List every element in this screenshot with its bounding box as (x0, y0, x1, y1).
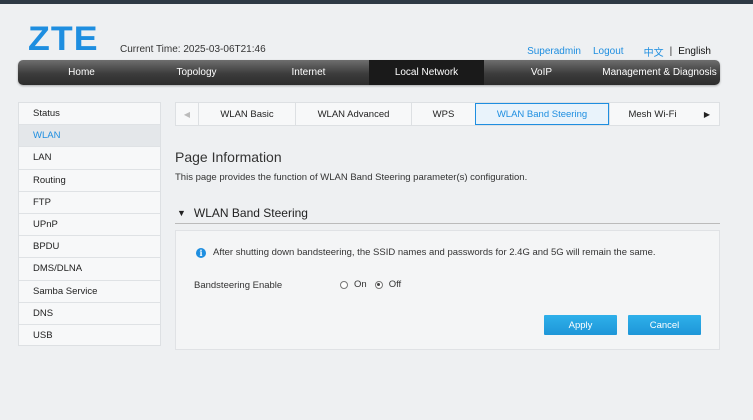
tab-scroll-right-icon[interactable]: ▶ (695, 103, 719, 125)
sidebar-item-upnp[interactable]: UPnP (19, 214, 160, 237)
radio-off-circle[interactable] (374, 280, 383, 289)
bandsteering-enable-label: Bandsteering Enable (194, 280, 283, 291)
sidebar-item-ftp[interactable]: FTP (19, 192, 160, 214)
nav-topology[interactable]: Topology (145, 60, 248, 85)
nav-local-network[interactable]: Local Network (369, 60, 484, 85)
tab-scroll-left-icon[interactable]: ◀ (176, 103, 198, 125)
sidebar: Status WLAN LAN Routing FTP UPnP BPDU DM… (18, 102, 161, 346)
sidebar-item-dns[interactable]: DNS (19, 303, 160, 325)
nav-internet[interactable]: Internet (248, 60, 369, 85)
tab-mesh-wifi[interactable]: Mesh Wi-Fi (609, 103, 695, 125)
nav-management-diagnosis[interactable]: Management & Diagnosis (599, 60, 720, 85)
tab-wlan-basic[interactable]: WLAN Basic (198, 103, 295, 125)
info-message: i After shutting down bandsteering, the … (196, 247, 656, 258)
band-steering-panel: i After shutting down bandsteering, the … (175, 230, 720, 350)
tab-wlan-band-steering[interactable]: WLAN Band Steering (475, 103, 609, 125)
page-description: This page provides the function of WLAN … (175, 172, 528, 183)
current-time: Current Time: 2025-03-06T21:46 (120, 44, 266, 55)
zte-logo: ZTE (28, 20, 99, 58)
lang-english-link[interactable]: English (678, 46, 711, 57)
radio-on-label: On (354, 279, 367, 290)
logout-link[interactable]: Logout (593, 46, 624, 57)
sidebar-item-usb[interactable]: USB (19, 325, 160, 347)
apply-button[interactable]: Apply (544, 315, 617, 335)
tab-wlan-advanced[interactable]: WLAN Advanced (295, 103, 411, 125)
bandsteering-radio-group: On Off (340, 279, 409, 290)
radio-on-circle[interactable] (340, 280, 348, 289)
radio-off[interactable]: Off (374, 279, 402, 290)
cancel-button[interactable]: Cancel (628, 315, 701, 335)
top-strip (0, 0, 753, 4)
sidebar-item-dms-dlna[interactable]: DMS/DLNA (19, 258, 160, 281)
nav-home[interactable]: Home (18, 60, 145, 85)
sidebar-item-status[interactable]: Status (19, 103, 160, 126)
sidebar-item-routing[interactable]: Routing (19, 170, 160, 192)
tab-bar: ◀ WLAN Basic WLAN Advanced WPS WLAN Band… (175, 102, 720, 126)
superadmin-link[interactable]: Superadmin (527, 46, 581, 57)
section-title: WLAN Band Steering (193, 205, 308, 220)
tab-wps[interactable]: WPS (411, 103, 475, 125)
lang-separator: | (669, 46, 673, 57)
info-text: After shutting down bandsteering, the SS… (213, 247, 656, 258)
sidebar-item-samba-service[interactable]: Samba Service (19, 281, 160, 303)
header-links: Superadmin Logout 中文 | English (515, 44, 711, 59)
section-header[interactable]: ▼ WLAN Band Steering (175, 202, 720, 224)
sidebar-item-wlan[interactable]: WLAN (19, 125, 160, 148)
lang-chinese-link[interactable]: 中文 (644, 44, 664, 59)
nav-voip[interactable]: VoIP (484, 60, 599, 85)
main-navbar: Home Topology Internet Local Network VoI… (18, 60, 720, 85)
collapse-triangle-icon[interactable]: ▼ (177, 208, 186, 218)
radio-off-label: Off (388, 279, 402, 290)
page-title: Page Information (175, 149, 282, 165)
sidebar-item-bpdu[interactable]: BPDU (19, 236, 160, 259)
radio-on[interactable]: On (340, 279, 367, 290)
sidebar-item-lan[interactable]: LAN (19, 147, 160, 170)
info-icon: i (196, 247, 206, 258)
